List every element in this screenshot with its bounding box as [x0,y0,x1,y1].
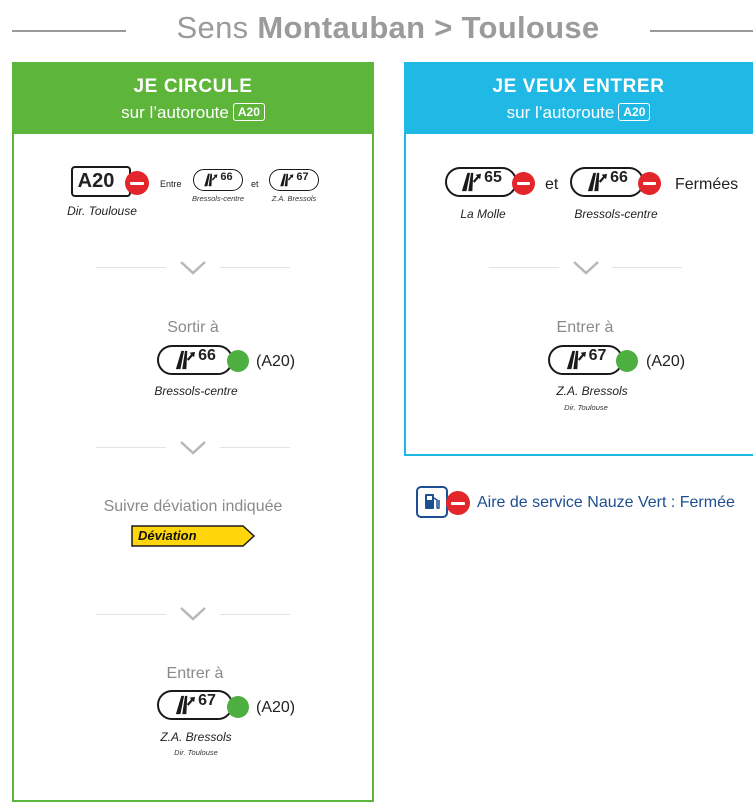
exit-icon [565,350,587,370]
road-ref: (A20) [646,353,686,370]
separator [96,447,166,448]
closed-icon [512,172,535,195]
separator [489,267,559,268]
exit-icon [586,172,608,192]
exit-icon [174,350,196,370]
closure-status: Fermées [675,176,739,193]
page-title: Sens Montauban > Toulouse [176,10,600,45]
exit-name: Z.A. Bressols [556,384,628,398]
exit-badge-65: 65 [445,167,517,197]
closed-icon [638,172,661,195]
separator [220,267,290,268]
exit-icon [460,172,482,192]
open-icon [227,696,249,718]
panel-title: JE CIRCULE [133,76,253,97]
step-label: Sortir à [167,319,219,336]
closed-icon [125,171,149,195]
closed-icon [446,491,470,515]
exit-badge-67: 67 [548,345,623,375]
panel-header-je-veux-entrer: JE VEUX ENTRER sur l’autoroute A20 [404,62,753,134]
panel-subtitle: sur l’autoroute A20 [12,100,374,126]
road-direction: Dir. Toulouse [67,204,137,218]
chevron-down-icon [573,261,599,275]
detour-label: Déviation [138,528,197,543]
exit-icon [203,173,218,187]
and-label: et [545,176,559,193]
exit-badge-67: 67 [157,690,233,720]
chevron-down-icon [180,607,206,621]
exit-icon [279,173,294,187]
panel-header-je-circule: JE CIRCULE sur l’autoroute A20 [12,62,374,134]
step-label: Suivre déviation indiquée [103,498,283,515]
exit-name: Bressols-centre [154,384,238,398]
fuel-station-icon [416,486,448,518]
chevron-down-icon [180,261,206,275]
open-icon [227,350,249,372]
step-label: Entrer à [166,665,224,682]
exit-name: Bressols-centre [574,207,658,221]
separator [96,614,166,615]
page-header: Sens Montauban > Toulouse [0,0,753,56]
road-badge: A20 [618,103,651,121]
separator [96,267,166,268]
exit-badge-67: 67 [269,169,319,191]
road-ref: (A20) [256,699,296,716]
and-label: et [251,179,259,189]
exit-icon [174,695,196,715]
header-rule-left [12,30,126,32]
open-icon [616,350,638,372]
exit-name: La Molle [460,207,506,221]
between-label: Entre [160,179,182,189]
header-rule-right [650,30,753,32]
exit-badge-66: 66 [193,169,243,191]
separator [220,447,290,448]
service-area-status: Aire de service Nauze Vert : Fermée [477,494,735,511]
separator [612,267,682,268]
exit-badge-66: 66 [157,345,233,375]
panel-title: JE VEUX ENTRER [492,76,665,97]
exit-name: Z.A. Bressols [271,194,317,203]
road-ref: (A20) [256,353,296,370]
separator [220,614,290,615]
step-label: Entrer à [556,319,614,336]
exit-direction: Dir. Toulouse [564,403,608,412]
road-sign-a20: A20 [71,166,131,197]
detour-sign: Déviation [131,525,255,547]
exit-name: Z.A. Bressols [160,730,232,744]
exit-badge-66: 66 [570,167,644,197]
road-badge: A20 [232,103,265,121]
panel-subtitle: sur l’autoroute A20 [404,100,753,126]
chevron-down-icon [180,441,206,455]
exit-name: Bressols-centre [191,194,245,203]
exit-direction: Dir. Toulouse [174,748,218,757]
